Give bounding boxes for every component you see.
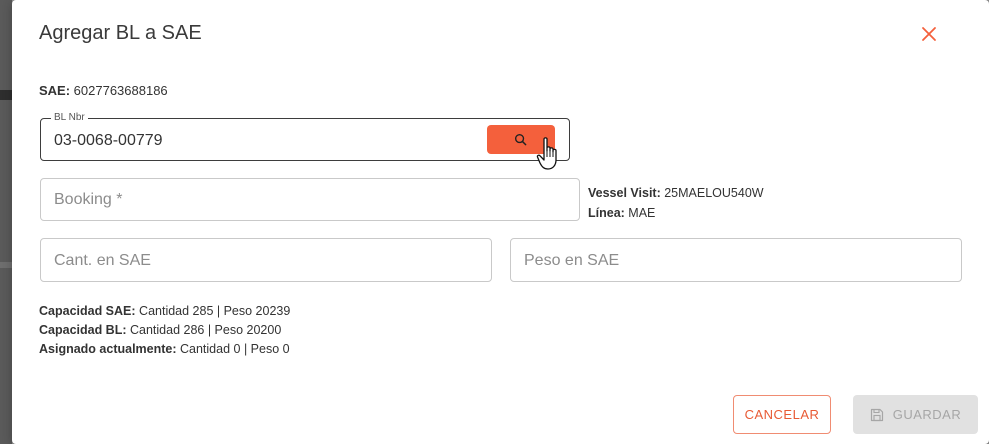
cant-en-sae-field[interactable]: Cant. en SAE: [40, 238, 492, 282]
capacity-sae-label: Capacidad SAE:: [39, 304, 136, 318]
line-line: Línea: MAE: [588, 203, 764, 223]
vessel-visit-label: Vessel Visit:: [588, 186, 661, 200]
line-label: Línea:: [588, 206, 625, 220]
bl-nbr-label: BL Nbr: [51, 112, 88, 124]
cant-en-sae-placeholder: Cant. en SAE: [54, 252, 151, 269]
assigned-line: Asignado actualmente: Cantidad 0 | Peso …: [39, 340, 290, 359]
vessel-visit-line: Vessel Visit: 25MAELOU540W: [588, 183, 764, 203]
cancel-button-label: CANCELAR: [744, 407, 820, 422]
sae-info: SAE: 6027763688186: [39, 83, 168, 98]
vessel-info: Vessel Visit: 25MAELOU540W Línea: MAE: [588, 183, 764, 223]
capacity-sae-line: Capacidad SAE: Cantidad 285 | Peso 20239: [39, 302, 290, 321]
dialog-title: Agregar BL a SAE: [39, 22, 202, 44]
capacity-bl-line: Capacidad BL: Cantidad 286 | Peso 20200: [39, 321, 290, 340]
search-icon: [514, 133, 527, 146]
vessel-visit-value: 25MAELOU540W: [660, 186, 764, 200]
line-value: MAE: [624, 206, 656, 220]
capacity-bl-label: Capacidad BL:: [39, 323, 127, 337]
backdrop-mark: [0, 262, 12, 268]
booking-placeholder: Booking *: [54, 191, 123, 208]
sae-label: SAE:: [39, 83, 71, 98]
cancel-button[interactable]: CANCELAR: [733, 395, 831, 434]
save-button-label: GUARDAR: [892, 407, 962, 422]
booking-field[interactable]: Booking *: [40, 178, 580, 221]
save-disk-icon: [870, 408, 883, 421]
peso-en-sae-placeholder: Peso en SAE: [524, 252, 620, 269]
close-icon: [922, 27, 936, 41]
hand-pointer-icon: [536, 136, 562, 172]
backdrop: [0, 0, 12, 444]
capacity-bl-value: Cantidad 286 | Peso 20200: [126, 323, 282, 337]
bl-nbr-field[interactable]: BL Nbr 03-0068-00779: [40, 112, 570, 161]
capacity-sae-value: Cantidad 285 | Peso 20239: [135, 304, 291, 318]
save-button[interactable]: GUARDAR: [853, 395, 978, 434]
sae-value: 6027763688186: [70, 83, 168, 98]
bl-nbr-value[interactable]: 03-0068-00779: [54, 132, 163, 150]
peso-en-sae-field[interactable]: Peso en SAE: [510, 238, 962, 282]
capacity-info: Capacidad SAE: Cantidad 285 | Peso 20239…: [39, 302, 290, 359]
backdrop-mark: [0, 90, 12, 100]
add-bl-dialog: Agregar BL a SAE SAE: 6027763688186 BL N…: [12, 0, 989, 444]
assigned-value: Cantidad 0 | Peso 0: [176, 342, 290, 356]
assigned-label: Asignado actualmente:: [39, 342, 177, 356]
close-button[interactable]: [917, 22, 941, 46]
